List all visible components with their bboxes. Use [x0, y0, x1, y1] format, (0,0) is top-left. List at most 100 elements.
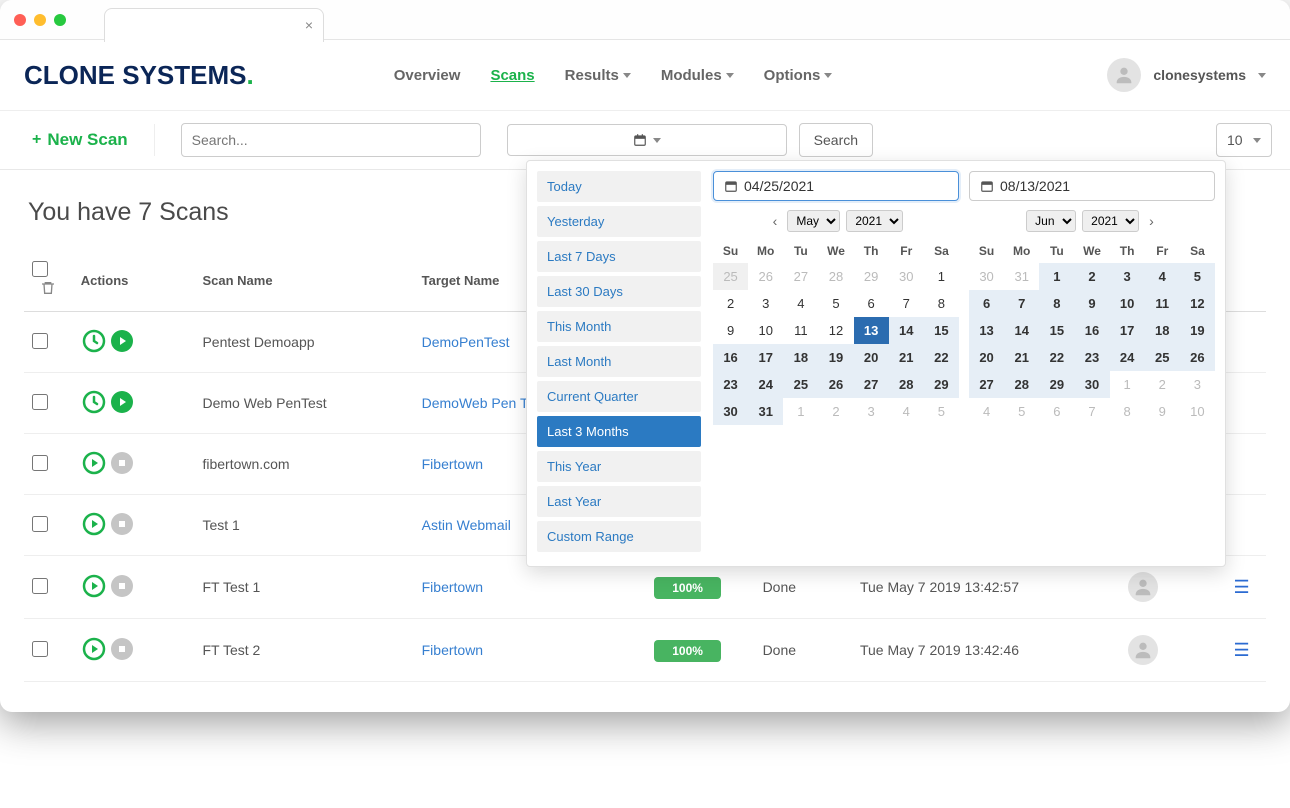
nav-results[interactable]: Results — [565, 67, 631, 84]
calendar-day[interactable]: 3 — [1110, 263, 1145, 290]
nav-options[interactable]: Options — [764, 67, 833, 84]
calendar-day[interactable]: 1 — [924, 263, 959, 290]
calendar-day[interactable]: 19 — [818, 344, 853, 371]
calendar-day[interactable]: 20 — [854, 344, 889, 371]
nav-scans[interactable]: Scans — [490, 67, 534, 84]
calendar-day[interactable]: 3 — [1180, 371, 1215, 398]
row-menu-icon[interactable]: ☰ — [1234, 640, 1250, 660]
calendar-day[interactable]: 1 — [783, 398, 818, 425]
calendar-day[interactable]: 25 — [783, 371, 818, 398]
schedule-icon[interactable] — [81, 389, 107, 415]
calendar-day[interactable]: 11 — [783, 317, 818, 344]
calendar-day[interactable]: 30 — [969, 263, 1004, 290]
nav-overview[interactable]: Overview — [394, 67, 461, 84]
calendar-day[interactable]: 23 — [1074, 344, 1109, 371]
window-max-dot[interactable] — [54, 14, 66, 26]
calendar-day[interactable]: 24 — [1110, 344, 1145, 371]
calendar-day[interactable]: 6 — [1039, 398, 1074, 425]
calendar-day[interactable]: 17 — [1110, 317, 1145, 344]
month-select-left[interactable]: May — [787, 210, 840, 232]
select-all-checkbox[interactable] — [32, 261, 48, 277]
calendar-day[interactable]: 12 — [818, 317, 853, 344]
calendar-day[interactable]: 27 — [854, 371, 889, 398]
calendar-day[interactable]: 4 — [1145, 263, 1180, 290]
schedule-icon[interactable] — [81, 328, 107, 354]
calendar-day[interactable]: 7 — [1004, 290, 1039, 317]
play-icon[interactable] — [109, 328, 135, 354]
row-checkbox[interactable] — [32, 578, 48, 594]
window-min-dot[interactable] — [34, 14, 46, 26]
calendar-day[interactable]: 26 — [748, 263, 783, 290]
calendar-day[interactable]: 4 — [783, 290, 818, 317]
preset-last-month[interactable]: Last Month — [537, 346, 701, 377]
new-scan-button[interactable]: + New Scan — [6, 124, 155, 156]
calendar-day[interactable]: 29 — [1039, 371, 1074, 398]
calendar-day[interactable]: 7 — [1074, 398, 1109, 425]
calendar-day[interactable]: 30 — [889, 263, 924, 290]
window-close-dot[interactable] — [14, 14, 26, 26]
calendar-day[interactable]: 30 — [1074, 371, 1109, 398]
calendar-day[interactable]: 11 — [1145, 290, 1180, 317]
preset-last-7-days[interactable]: Last 7 Days — [537, 241, 701, 272]
stop-icon[interactable] — [109, 636, 135, 662]
target-link[interactable]: Fibertown — [422, 456, 483, 472]
calendar-day[interactable]: 1 — [1039, 263, 1074, 290]
calendar-day[interactable]: 2 — [713, 290, 748, 317]
search-button[interactable]: Search — [799, 123, 873, 157]
preset-this-month[interactable]: This Month — [537, 311, 701, 342]
calendar-day[interactable]: 19 — [1180, 317, 1215, 344]
calendar-day[interactable]: 27 — [783, 263, 818, 290]
calendar-day[interactable]: 15 — [1039, 317, 1074, 344]
calendar-day[interactable]: 13 — [969, 317, 1004, 344]
rows-per-page-select[interactable]: 10 — [1216, 123, 1272, 157]
calendar-day[interactable]: 14 — [1004, 317, 1039, 344]
calendar-day[interactable]: 22 — [924, 344, 959, 371]
target-link[interactable]: Fibertown — [422, 579, 483, 595]
calendar-day[interactable]: 2 — [1145, 371, 1180, 398]
row-checkbox[interactable] — [32, 333, 48, 349]
calendar-day[interactable]: 27 — [969, 371, 1004, 398]
calendar-day[interactable]: 29 — [854, 263, 889, 290]
calendar-day[interactable]: 21 — [889, 344, 924, 371]
calendar-day[interactable]: 26 — [818, 371, 853, 398]
calendar-day[interactable]: 25 — [713, 263, 748, 290]
calendar-day[interactable]: 3 — [748, 290, 783, 317]
calendar-day[interactable]: 10 — [1180, 398, 1215, 425]
prev-month-button[interactable]: ‹ — [769, 209, 782, 233]
preset-last-3-months[interactable]: Last 3 Months — [537, 416, 701, 447]
calendar-day[interactable]: 8 — [1110, 398, 1145, 425]
calendar-day[interactable]: 6 — [854, 290, 889, 317]
date-from-input[interactable]: 04/25/2021 — [713, 171, 959, 201]
calendar-day[interactable]: 9 — [713, 317, 748, 344]
calendar-day[interactable]: 22 — [1039, 344, 1074, 371]
calendar-day[interactable]: 4 — [969, 398, 1004, 425]
row-checkbox[interactable] — [32, 455, 48, 471]
stop-icon[interactable] — [109, 450, 135, 476]
calendar-day[interactable]: 29 — [924, 371, 959, 398]
calendar-day[interactable]: 12 — [1180, 290, 1215, 317]
preset-this-year[interactable]: This Year — [537, 451, 701, 482]
row-checkbox[interactable] — [32, 641, 48, 657]
calendar-day[interactable]: 6 — [969, 290, 1004, 317]
tab-close-icon[interactable]: × — [305, 17, 313, 33]
calendar-day[interactable]: 14 — [889, 317, 924, 344]
calendar-day[interactable]: 16 — [713, 344, 748, 371]
calendar-day[interactable]: 9 — [1074, 290, 1109, 317]
stop-icon[interactable] — [109, 573, 135, 599]
preset-yesterday[interactable]: Yesterday — [537, 206, 701, 237]
preset-today[interactable]: Today — [537, 171, 701, 202]
user-menu[interactable]: clonesystems — [1107, 58, 1266, 92]
preset-last-year[interactable]: Last Year — [537, 486, 701, 517]
calendar-day[interactable]: 5 — [1004, 398, 1039, 425]
date-range-trigger[interactable] — [507, 124, 787, 156]
calendar-day[interactable]: 23 — [713, 371, 748, 398]
calendar-day[interactable]: 18 — [783, 344, 818, 371]
row-checkbox[interactable] — [32, 394, 48, 410]
calendar-day[interactable]: 1 — [1110, 371, 1145, 398]
calendar-day[interactable]: 24 — [748, 371, 783, 398]
calendar-day[interactable]: 5 — [818, 290, 853, 317]
calendar-day[interactable]: 2 — [1074, 263, 1109, 290]
calendar-day[interactable]: 18 — [1145, 317, 1180, 344]
calendar-day[interactable]: 5 — [924, 398, 959, 425]
preset-current-quarter[interactable]: Current Quarter — [537, 381, 701, 412]
